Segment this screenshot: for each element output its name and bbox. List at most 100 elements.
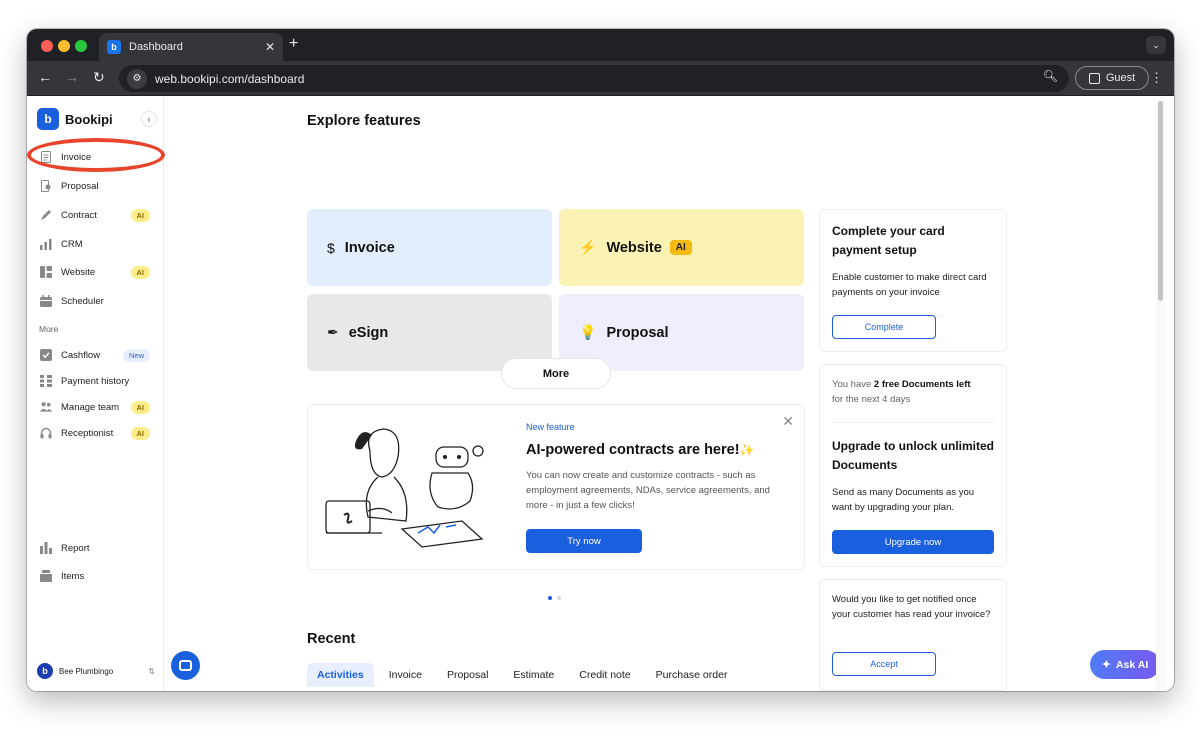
avatar: b xyxy=(37,663,53,679)
upgrade-now-button[interactable]: Upgrade now xyxy=(832,530,994,554)
recent-title: Recent xyxy=(307,631,356,647)
tab-close-icon[interactable]: ✕ xyxy=(265,40,275,54)
card-setup-text: Enable customer to make direct card paym… xyxy=(832,272,987,298)
feature-card-invoice[interactable]: $ Invoice xyxy=(307,209,552,286)
tab-estimate[interactable]: Estimate xyxy=(503,663,564,687)
sidebar-item-report[interactable]: Report xyxy=(27,536,163,560)
sparkle-icon: ✨ xyxy=(739,443,755,457)
close-window-button[interactable] xyxy=(41,40,53,52)
page-scrollbar[interactable] xyxy=(1156,97,1165,691)
team-icon xyxy=(40,401,52,413)
browser-menu-icon[interactable]: ⋮ xyxy=(1150,70,1163,86)
sidebar-item-label: Contract xyxy=(61,209,97,221)
card-payment-setup: Complete your card payment setup Enable … xyxy=(819,209,1007,352)
feature-card-website[interactable]: ⚡ Website AI xyxy=(559,209,804,286)
sidebar-item-label: Items xyxy=(61,570,85,582)
sidebar-item-payment-history[interactable]: Payment history xyxy=(27,369,163,393)
docs-prefix: You have xyxy=(832,379,874,390)
carousel-dot-active[interactable] xyxy=(548,596,552,600)
sidebar-item-scheduler[interactable]: Scheduler xyxy=(27,289,163,313)
new-tab-button[interactable]: + xyxy=(289,35,298,53)
sidebar-item-cashflow[interactable]: Cashflow New xyxy=(27,343,163,367)
notify-text: Would you like to get notified once your… xyxy=(832,594,991,620)
ai-badge: AI xyxy=(130,400,150,414)
sidebar-item-items[interactable]: Items xyxy=(27,564,163,588)
maximize-window-button[interactable] xyxy=(75,40,87,52)
sidebar-item-label: Scheduler xyxy=(61,295,104,307)
more-section-label: More xyxy=(39,324,59,334)
complete-button[interactable]: Complete xyxy=(832,315,936,339)
bars-icon xyxy=(40,238,52,250)
accept-button[interactable]: Accept xyxy=(832,652,936,676)
minimize-window-button[interactable] xyxy=(58,40,70,52)
tab-invoice[interactable]: Invoice xyxy=(379,663,432,687)
tab-title: Dashboard xyxy=(129,41,183,53)
promo-banner: ✕ New feature AI-powered contracts are h… xyxy=(307,404,805,570)
try-now-button[interactable]: Try now xyxy=(526,529,642,553)
back-arrow-icon[interactable]: ← xyxy=(38,69,52,85)
tab-search-chevron-icon[interactable]: ⌄ xyxy=(1146,36,1166,54)
more-features-button[interactable]: More xyxy=(501,358,611,389)
forward-arrow-icon[interactable]: → xyxy=(65,69,79,85)
headphones-icon xyxy=(40,427,52,439)
card-setup-title: Complete your card payment setup xyxy=(832,224,945,257)
ai-badge: AI xyxy=(130,265,150,279)
sidebar-item-website[interactable]: Website AI xyxy=(27,260,163,284)
lightbulb-icon: 💡 xyxy=(579,324,597,340)
new-badge: New xyxy=(122,348,150,362)
card-read-notification: Would you like to get notified once your… xyxy=(819,579,1007,691)
ai-badge: AI xyxy=(130,208,150,222)
sidebar-item-label: Website xyxy=(61,266,96,278)
tab-purchase-order[interactable]: Purchase order xyxy=(646,663,738,687)
feature-label: Invoice xyxy=(344,239,395,256)
sidebar-item-label: Report xyxy=(61,542,90,554)
zoom-icon[interactable]: 🔍︎ xyxy=(1043,69,1058,83)
layout-icon xyxy=(40,266,52,278)
tab-proposal[interactable]: Proposal xyxy=(437,663,498,687)
site-info-icon[interactable]: ⚙ xyxy=(127,68,147,89)
user-account-switcher[interactable]: b Bee Plumbingo ⇅ xyxy=(37,663,155,679)
sparkle-icon: ✦ xyxy=(1101,659,1111,671)
carousel-dots xyxy=(548,596,561,600)
free-documents-notice: You have 2 free Documents left for the n… xyxy=(832,377,996,407)
ai-badge: AI xyxy=(669,240,692,255)
upgrade-title: Upgrade to unlock unlimited Documents xyxy=(832,439,995,472)
grid-icon xyxy=(40,375,52,387)
highlight-annotation xyxy=(27,138,165,172)
calendar-icon xyxy=(40,295,52,307)
sidebar-item-contract[interactable]: Contract AI xyxy=(27,203,163,227)
ask-ai-button[interactable]: ✦ Ask AI xyxy=(1090,650,1160,679)
sidebar: b Bookipi ‹ Invoice Proposal Contract AI… xyxy=(27,97,164,691)
close-icon[interactable]: ✕ xyxy=(782,413,794,430)
address-bar[interactable]: ⚙ web.bookipi.com/dashboard xyxy=(119,65,1069,92)
sidebar-item-manage-team[interactable]: Manage team AI xyxy=(27,395,163,419)
promo-description: You can now create and customize contrac… xyxy=(526,470,770,511)
promo-title-text: AI-powered contracts are here! xyxy=(526,442,740,458)
sidebar-item-label: Manage team xyxy=(61,401,120,413)
carousel-dot[interactable] xyxy=(557,596,561,600)
box-icon xyxy=(40,570,52,582)
guest-label: Guest xyxy=(1105,72,1136,84)
docs-count: 2 free Documents left xyxy=(873,379,971,390)
browser-tab-bar: b Dashboard ✕ + ⌄ xyxy=(27,29,1174,61)
pen-nib-icon: ✒ xyxy=(327,324,339,340)
guest-profile-button[interactable]: Guest xyxy=(1075,66,1149,90)
profile-icon xyxy=(1088,72,1100,84)
browser-tab-dashboard[interactable]: b Dashboard ✕ xyxy=(99,33,283,61)
feature-label: eSign xyxy=(348,324,389,341)
sidebar-item-crm[interactable]: CRM xyxy=(27,232,163,256)
reload-icon[interactable]: ↻ xyxy=(93,69,105,86)
new-feature-tag: New feature xyxy=(526,422,575,432)
sidebar-item-proposal[interactable]: Proposal xyxy=(27,174,163,198)
recent-tabs: Activities Invoice Proposal Estimate Cre… xyxy=(307,663,742,687)
promo-title: AI-powered contracts are here!✨ xyxy=(526,442,755,458)
bookipi-favicon-icon: b xyxy=(107,40,121,54)
scroll-thumb[interactable] xyxy=(1158,101,1163,301)
tab-activities[interactable]: Activities xyxy=(307,663,374,687)
collapse-sidebar-icon[interactable]: ‹ xyxy=(141,111,157,127)
brand[interactable]: b Bookipi xyxy=(37,108,113,130)
sidebar-item-receptionist[interactable]: Receptionist AI xyxy=(27,421,163,445)
tab-credit-note[interactable]: Credit note xyxy=(569,663,640,687)
ask-ai-label: Ask AI xyxy=(1115,658,1149,671)
url-text[interactable]: web.bookipi.com/dashboard xyxy=(155,72,304,86)
